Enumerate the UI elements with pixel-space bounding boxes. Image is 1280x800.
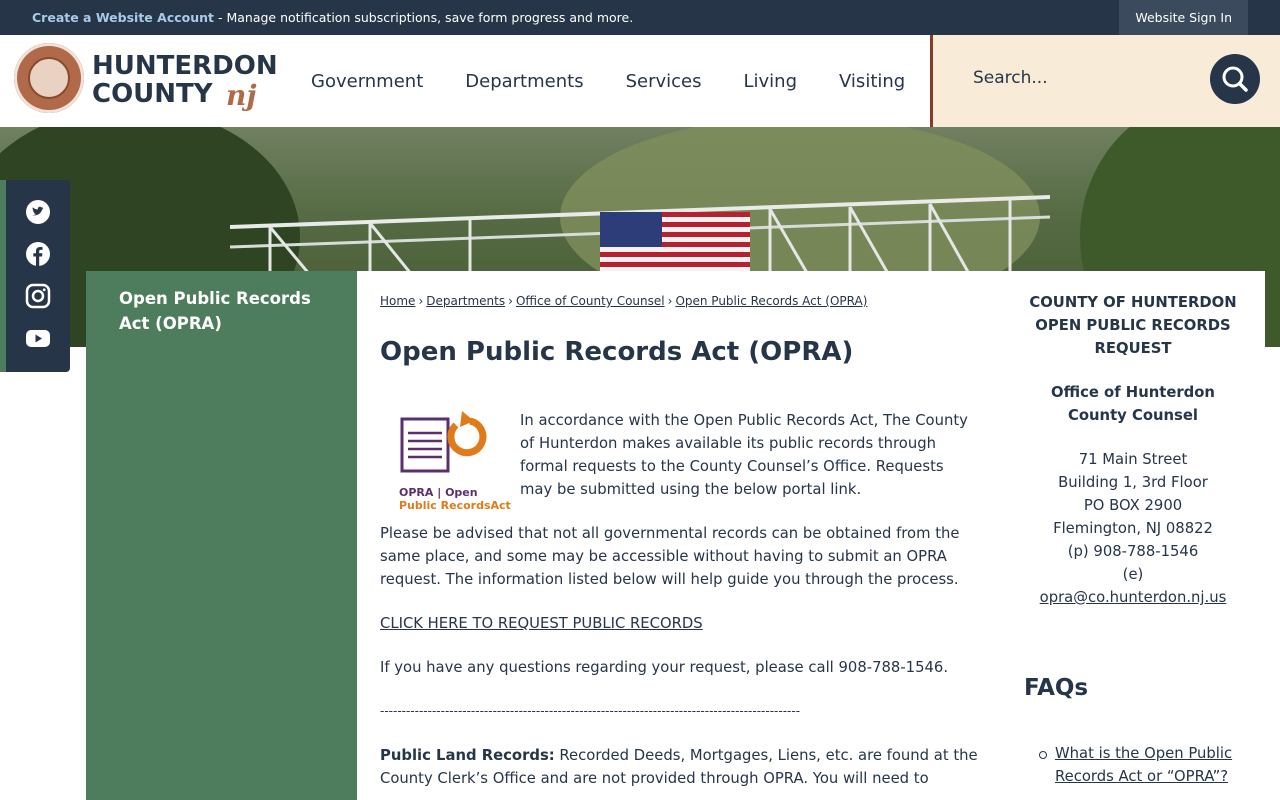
- youtube-icon[interactable]: [25, 325, 51, 351]
- aside-address-building: Building 1, 3rd Floor: [1058, 474, 1208, 491]
- county-seal-icon: [14, 43, 84, 113]
- search-input[interactable]: Search...: [973, 68, 1048, 88]
- aside-address-city: Flemington, NJ 08822: [1053, 520, 1213, 537]
- opra-logo-image: OPRA | Open Public RecordsAct: [398, 409, 511, 512]
- logo-suffix: nj: [226, 79, 257, 112]
- twitter-icon[interactable]: [25, 199, 51, 225]
- nav-item-services[interactable]: Services: [626, 71, 702, 92]
- nav-item-living[interactable]: Living: [743, 71, 797, 92]
- land-records-label: Public Land Records:: [380, 747, 555, 764]
- sidenav-item-opra[interactable]: Open Public Records Act (OPRA): [119, 286, 329, 336]
- nav-item-departments[interactable]: Departments: [465, 71, 583, 92]
- breadcrumb: Home › Departments › Office of County Counse…: [380, 294, 868, 308]
- search-button[interactable]: [1210, 54, 1260, 104]
- breadcrumb-departments[interactable]: Departments: [426, 294, 505, 308]
- facebook-icon[interactable]: [25, 241, 51, 267]
- faq-item-what-is-opra[interactable]: What is the Open Public Records Act or “…: [1055, 745, 1232, 785]
- questions-paragraph: If you have any questions regarding your…: [380, 659, 949, 676]
- section-divider: ----------------------------------------…: [380, 704, 801, 718]
- opra-document-icon: [400, 411, 487, 473]
- aside-address-street: 71 Main Street: [1078, 451, 1188, 468]
- aside-email-link[interactable]: opra@co.hunterdon.nj.us: [1040, 589, 1227, 606]
- breadcrumb-home[interactable]: Home: [380, 294, 415, 308]
- top-bar: Create a Website Account - Manage notifi…: [0, 0, 1280, 35]
- aside-email-label: (e): [1122, 566, 1144, 583]
- contact-sidebar: COUNTY OF HUNTERDON OPEN PUBLIC RECORDS …: [1017, 291, 1249, 609]
- breadcrumb-county-counsel[interactable]: Office of County Counsel: [516, 294, 665, 308]
- instagram-icon[interactable]: [25, 283, 51, 309]
- breadcrumb-opra[interactable]: Open Public Records Act (OPRA): [675, 294, 867, 308]
- aside-office: Office of Hunterdon County Counsel: [1051, 384, 1215, 424]
- opra-logo-line1: OPRA | Open: [399, 486, 478, 499]
- advice-paragraph: Please be advised that not all governmen…: [380, 525, 960, 588]
- land-records-paragraph: Public Land Records: Recorded Deeds, Mor…: [380, 744, 980, 790]
- social-media-bar: [0, 180, 70, 372]
- search-icon: [1222, 66, 1248, 92]
- search-area: Search...: [930, 35, 1280, 127]
- article-body: OPRA | Open Public RecordsAct In accorda…: [380, 409, 980, 790]
- nav-item-government[interactable]: Government: [311, 71, 423, 92]
- website-sign-in-button[interactable]: Website Sign In: [1119, 0, 1248, 35]
- nav-item-visiting[interactable]: Visiting: [839, 71, 905, 92]
- page-title: Open Public Records Act (OPRA): [380, 337, 854, 367]
- aside-address-pobox: PO BOX 2900: [1083, 497, 1183, 514]
- main-content: Home › Departments › Office of County Counse…: [357, 271, 1265, 800]
- main-nav: Government Departments Services Living V…: [290, 35, 926, 127]
- faqs-heading: FAQs: [1024, 675, 1089, 701]
- account-message-text: - Manage notification subscriptions, sav…: [214, 10, 634, 25]
- opra-logo-line2: Public RecordsAct: [399, 499, 511, 512]
- site-header: HUNTERDON COUNTY nj Government Departmen…: [0, 35, 1280, 127]
- request-public-records-link[interactable]: CLICK HERE TO REQUEST PUBLIC RECORDS: [380, 615, 703, 632]
- account-message: Create a Website Account - Manage notifi…: [32, 10, 633, 25]
- faq-list: What is the Open Public Records Act or “…: [1039, 742, 1255, 788]
- logo-line2: COUNTY: [92, 79, 213, 109]
- create-account-link[interactable]: Create a Website Account: [32, 10, 214, 25]
- logo-line1: HUNTERDON: [92, 51, 278, 81]
- hunterdon-county-logo[interactable]: HUNTERDON COUNTY nj: [14, 43, 278, 117]
- american-flag-image: [600, 212, 750, 272]
- aside-heading: COUNTY OF HUNTERDON OPEN PUBLIC RECORDS …: [1029, 294, 1237, 357]
- side-navigation: Open Public Records Act (OPRA): [86, 271, 357, 800]
- aside-phone: (p) 908-788-1546: [1067, 543, 1199, 560]
